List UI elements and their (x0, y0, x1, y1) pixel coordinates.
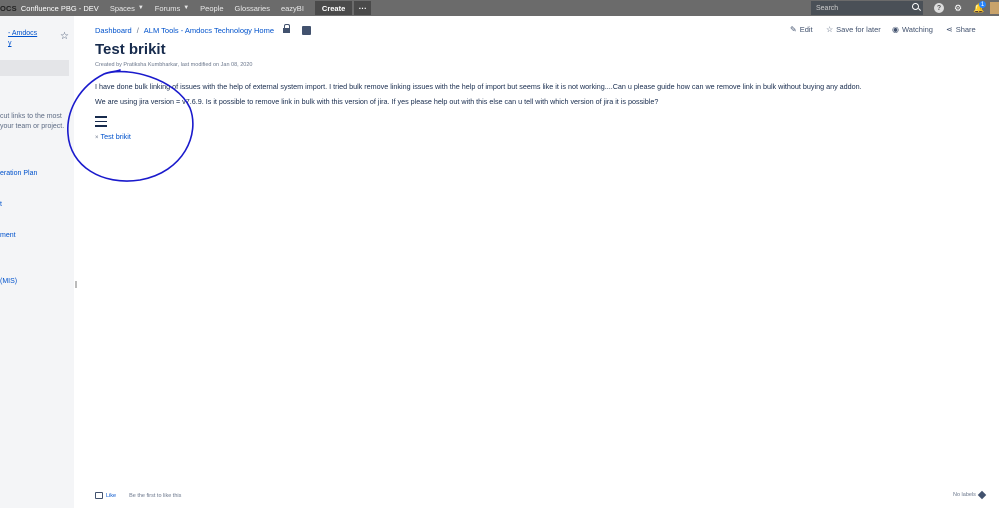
breadcrumb: Dashboard / ALM Tools - Amdocs Technolog… (95, 24, 311, 35)
search-placeholder: Search (816, 4, 839, 12)
like-status: Be the first to like this (129, 492, 182, 499)
nav-forums[interactable]: Forums ▼ (155, 4, 189, 13)
no-labels-text: No labels (953, 492, 976, 498)
labels-area: No labels (953, 490, 987, 500)
annotation-circle (67, 69, 194, 182)
nav-eazybi[interactable]: eazyBI (281, 4, 304, 13)
notification-badge: 1 (979, 1, 986, 8)
avatar[interactable] (990, 2, 999, 14)
search-icon[interactable] (912, 3, 919, 10)
share-icon: ⋖ (946, 25, 953, 34)
page-title: Test brikit (95, 41, 166, 58)
content-paragraph-1: I have done bulk linking of issues with … (95, 82, 862, 91)
sidebar-resize-handle[interactable] (75, 281, 77, 288)
nav-people[interactable]: People (200, 4, 223, 13)
nav-glossaries[interactable]: Glossaries (235, 4, 270, 13)
save-for-later-button[interactable]: ☆ Save for later (826, 25, 881, 34)
app-logo[interactable]: OCS (0, 4, 17, 13)
breadcrumb-alm-tools[interactable]: ALM Tools - Amdocs Technology Home (144, 26, 274, 35)
book-icon[interactable] (302, 26, 311, 35)
like-bar: Like Be the first to like this (95, 492, 181, 499)
gear-icon[interactable]: ⚙ (953, 3, 963, 13)
sidebar-item-iteration-plan[interactable]: eration Plan (0, 170, 37, 177)
sidebar-item[interactable]: t (0, 201, 2, 208)
lock-icon[interactable] (283, 24, 290, 34)
search-input[interactable]: Search (811, 1, 923, 15)
sidebar-selected-item[interactable] (0, 60, 69, 76)
star-icon: ☆ (826, 25, 834, 34)
create-button[interactable]: Create (314, 1, 353, 15)
star-icon[interactable]: ☆ (60, 31, 69, 42)
eye-icon: ◉ (892, 25, 899, 34)
share-button[interactable]: ⋖ Share (946, 25, 976, 34)
space-name[interactable]: Confluence PBG - DEV (21, 4, 99, 13)
watching-button[interactable]: ◉ Watching (892, 25, 933, 34)
chevron-down-icon: ▼ (183, 5, 190, 11)
more-button[interactable]: ··· (354, 1, 372, 15)
sidebar-description: cut links to the most your team or proje… (0, 113, 65, 130)
thumbs-up-icon[interactable] (95, 492, 103, 499)
edit-button[interactable]: ✎ Edit (790, 25, 813, 34)
pencil-icon: ✎ (790, 25, 797, 34)
help-icon[interactable]: ? (934, 3, 944, 13)
breadcrumb-separator: / (136, 26, 139, 35)
breadcrumb-dashboard[interactable]: Dashboard (95, 26, 132, 35)
sidebar-space-link[interactable]: - Amdocs y (8, 29, 37, 49)
top-navigation-bar: OCS Confluence PBG - DEV Spaces ▼ Forums ▼… (0, 0, 999, 16)
sidebar-item-mis[interactable]: (MIS) (0, 278, 17, 285)
tag-icon[interactable] (977, 490, 987, 500)
sidebar-item-management[interactable]: ment (0, 232, 16, 239)
sidebar: - Amdocs y ☆ cut links to the most your … (0, 16, 74, 508)
chevron-down-icon: ▼ (137, 5, 144, 11)
like-button[interactable]: Like (106, 493, 116, 499)
nav-spaces[interactable]: Spaces ▼ (110, 4, 144, 13)
